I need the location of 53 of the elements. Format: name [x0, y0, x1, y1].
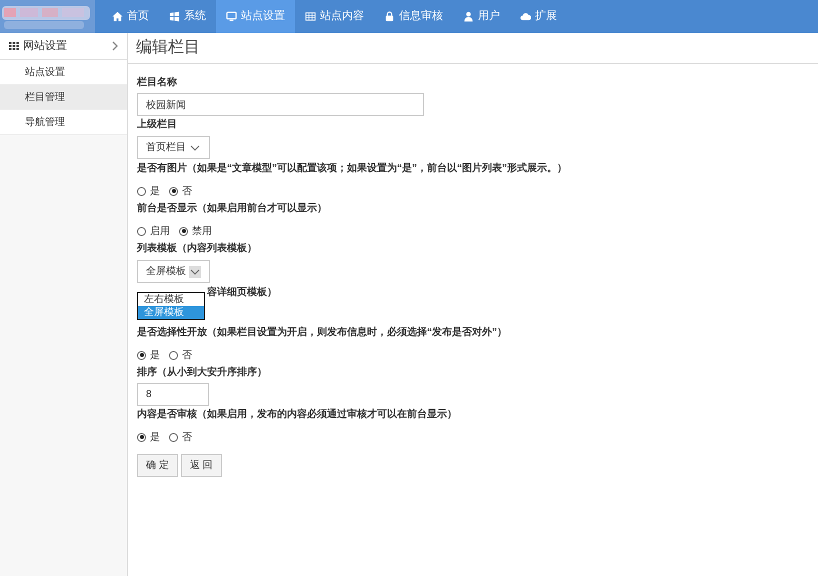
- radio-option[interactable]: 禁用: [179, 224, 212, 238]
- nav-tab[interactable]: 首页: [102, 0, 159, 33]
- lock-icon: [384, 11, 395, 22]
- radio-button[interactable]: [137, 432, 146, 442]
- nav-tab[interactable]: 扩展: [510, 0, 567, 33]
- nav-tab[interactable]: 用户: [453, 0, 510, 33]
- field-label: 前台是否显示（如果启用前台才可以显示）: [137, 202, 328, 216]
- form-button[interactable]: 确 定: [137, 454, 178, 477]
- select-field[interactable]: 全屏模板: [137, 260, 210, 283]
- select-field[interactable]: 首页栏目: [137, 136, 210, 159]
- nav-tab[interactable]: 站点内容: [295, 0, 374, 33]
- form-button[interactable]: 返 回: [180, 454, 222, 477]
- radio-option[interactable]: 否: [169, 430, 192, 444]
- sidebar-header[interactable]: 网站设置: [0, 33, 127, 60]
- chevron-right-icon: [112, 41, 118, 51]
- sidebar-item[interactable]: 站点设置: [0, 60, 127, 85]
- radio-option[interactable]: 是: [137, 184, 160, 198]
- sidebar-item[interactable]: 栏目管理: [0, 85, 127, 110]
- table-icon: [305, 11, 316, 22]
- radio-option[interactable]: 是: [137, 430, 160, 444]
- field-label: 内容是否审核（如果启用，发布的内容必须通过审核才可以在前台显示）: [137, 408, 458, 422]
- field-label: 容详细页模板）: [207, 286, 277, 300]
- field-label: 是否选择性开放（如果栏目设置为开启，则发布信息时，必须选择“发布是否对外”）: [137, 326, 508, 340]
- field-label: 是否有图片（如果是“文章模型”可以配置该项；如果设置为“是”，前台以“图片列表”形式展示。）: [137, 162, 568, 176]
- radio-button[interactable]: [137, 350, 146, 360]
- nav-tab[interactable]: 系统: [159, 0, 216, 33]
- radio-option[interactable]: 是: [137, 348, 160, 362]
- radio-button[interactable]: [179, 226, 188, 236]
- field-label: 列表模板（内容列表模板）: [137, 242, 258, 256]
- radio-option[interactable]: 启用: [137, 224, 170, 238]
- radio-button[interactable]: [169, 432, 178, 442]
- monitor-icon: [226, 11, 237, 22]
- radio-button[interactable]: [137, 226, 146, 236]
- user-icon: [463, 11, 474, 22]
- text-field[interactable]: 8: [137, 383, 209, 406]
- text-field[interactable]: 校园新闻: [137, 93, 424, 116]
- grid-icon: [9, 42, 19, 50]
- page-title: 编辑栏目: [136, 38, 200, 58]
- radio-button[interactable]: [169, 186, 178, 196]
- nav-tab[interactable]: 信息审核: [374, 0, 453, 33]
- sidebar-item[interactable]: 导航管理: [0, 110, 127, 135]
- field-label: 上级栏目: [137, 118, 178, 132]
- radio-button[interactable]: [169, 350, 178, 360]
- caret-icon: [189, 266, 201, 278]
- radio-option[interactable]: 否: [169, 184, 192, 198]
- cloud-icon: [520, 11, 531, 22]
- radio-button[interactable]: [137, 186, 146, 196]
- field-label: 排序（从小到大安升序排序）: [137, 366, 268, 380]
- dropdown-option[interactable]: 左右模板: [138, 293, 204, 306]
- radio-option[interactable]: 否: [169, 348, 192, 362]
- field-label: 栏目名称: [137, 76, 178, 90]
- windows-icon: [169, 11, 180, 22]
- home-icon: [112, 11, 123, 22]
